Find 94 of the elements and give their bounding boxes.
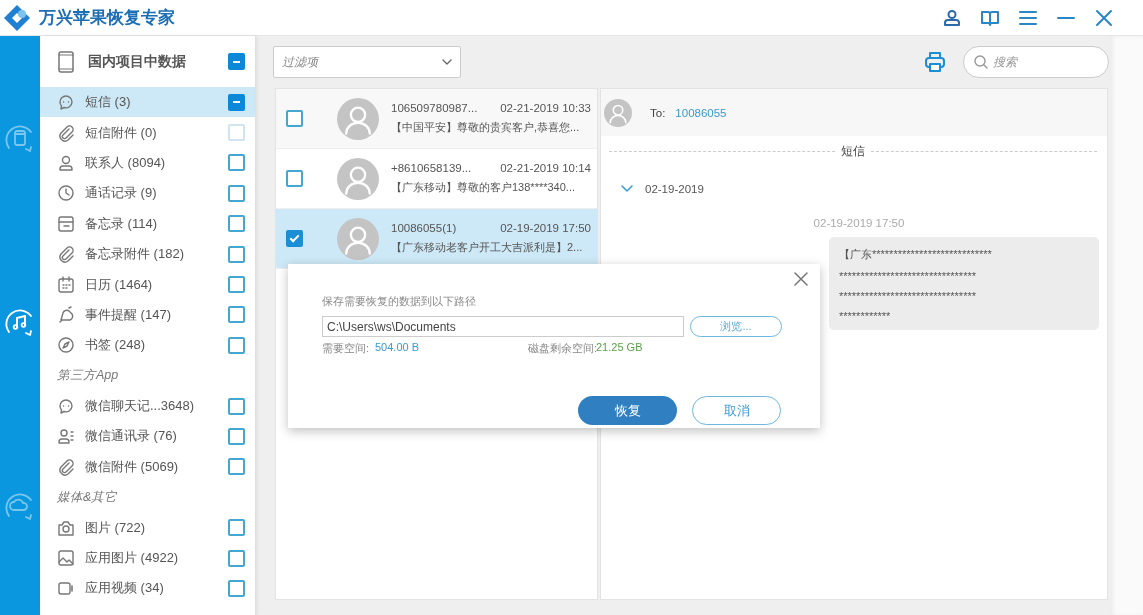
close-icon[interactable] [794, 272, 808, 286]
checkbox[interactable] [228, 306, 245, 324]
message-preview: 【广东移动老客户开工大吉派利是】2... [391, 240, 584, 255]
sidebar-item[interactable]: 事件提醒 (147) [40, 299, 255, 331]
search-icon [974, 55, 988, 69]
filter-dropdown[interactable]: 过滤项 [273, 46, 461, 78]
date-group[interactable]: 02-19-2019 [621, 183, 1107, 195]
sidebar-item[interactable]: 日历 (1464) [40, 269, 255, 300]
sidebar-item[interactable]: 通话记录 (9) [40, 178, 255, 209]
section-label: 第三方App [56, 367, 120, 385]
tablet-icon [56, 49, 76, 74]
path-label: 保存需要恢复的数据到以下路径 [322, 294, 477, 309]
chat-icon [57, 397, 75, 416]
checkbox[interactable] [228, 519, 245, 537]
message-text: 【广东**************************** [839, 247, 993, 262]
message-text: ************ [839, 310, 892, 322]
checkbox[interactable] [228, 428, 245, 445]
printer-icon[interactable] [925, 52, 945, 72]
checkbox[interactable] [228, 549, 245, 567]
image-icon [57, 549, 75, 568]
sidebar-item[interactable]: 联系人 (8094) [40, 147, 255, 179]
sidebar-item[interactable]: 图片 (722) [40, 512, 255, 543]
message-sender: 106509780987... [391, 102, 478, 114]
chat-icon [57, 93, 75, 112]
checkbox[interactable] [228, 215, 245, 233]
avatar-icon [604, 98, 632, 127]
sidebar-item[interactable]: 微信通讯录 (76) [40, 421, 255, 452]
avatar-icon [337, 157, 379, 200]
message-text: ******************************** [839, 270, 977, 282]
section-label: 媒体&其它 [56, 488, 119, 506]
paperclip-icon [57, 457, 75, 476]
checkbox[interactable] [286, 230, 303, 247]
message-time: 02-19-2019 17:50 [500, 222, 591, 234]
sidebar-item[interactable]: 微信附件 (5069) [40, 451, 255, 483]
checkbox[interactable] [228, 336, 245, 354]
sidebar-item[interactable]: 书签 (248) [40, 330, 255, 361]
bell-icon [57, 305, 75, 324]
note-icon [57, 214, 75, 233]
message-sender: 10086055(1) [391, 222, 457, 234]
checkbox[interactable] [228, 93, 245, 111]
message-preview: 【广东移动】尊敬的客户138****340... [391, 180, 576, 195]
message-row[interactable]: 106509780987... 02-21-2019 10:33 【中国平安】尊敬的贵宾客户,恭喜您... [276, 89, 597, 149]
video-icon [57, 579, 75, 598]
divider-label: 短信 [841, 144, 865, 159]
checkbox[interactable] [228, 184, 245, 202]
paperclip-icon [57, 245, 75, 264]
message-time: 02-19-2019 17:50 [812, 217, 906, 229]
clock-icon [57, 184, 75, 203]
message-row[interactable]: 10086055(1) 02-19-2019 17:50 【广东移动老客户开工大吉派利是】2... [276, 209, 597, 269]
book-icon[interactable] [981, 8, 999, 27]
space-value: 504.00 B [375, 341, 421, 355]
message-sender: +8610658139... [391, 162, 472, 174]
checkbox[interactable] [286, 110, 303, 127]
calendar-icon [57, 275, 75, 294]
checkbox[interactable] [286, 170, 303, 187]
app-title: 万兴苹果恢复专家 [39, 7, 175, 29]
close-icon[interactable] [1095, 8, 1113, 27]
checkbox[interactable] [228, 154, 245, 172]
message-preview: 【中国平安】尊敬的贵宾客户,恭喜您... [391, 120, 581, 135]
menu-icon[interactable] [1019, 8, 1037, 27]
person-icon [57, 153, 75, 172]
space-value: 21.25 GB [596, 341, 643, 355]
checkbox[interactable] [228, 579, 245, 597]
chevron-down-icon [621, 185, 633, 193]
compass-icon [57, 336, 75, 355]
chevron-down-icon [442, 59, 452, 65]
space-label: 需要空间: [322, 341, 371, 356]
sidebar-header: 国内项目中数据 [88, 52, 187, 71]
camera-icon [57, 518, 75, 537]
avatar-icon [337, 217, 379, 260]
checkbox[interactable] [228, 245, 245, 263]
sidebar-item[interactable]: 短信 (3) [40, 87, 255, 118]
contacts-icon [57, 427, 75, 446]
sidebar-item[interactable]: 备忘录 (114) [40, 208, 255, 239]
sidebar-item[interactable]: 微信聊天记...3648) [40, 390, 255, 422]
recipient-number: 10086055 [675, 106, 727, 119]
sidebar-item[interactable]: 应用视频 (34) [40, 573, 255, 604]
checkbox[interactable] [228, 276, 245, 294]
avatar-icon [337, 97, 379, 140]
paperclip-icon [57, 123, 75, 142]
logo-icon [3, 3, 33, 32]
checkbox[interactable] [228, 397, 245, 415]
user-icon[interactable] [943, 8, 961, 27]
space-label: 磁盘剩余空间: [528, 341, 596, 356]
to-label: To: [650, 106, 666, 119]
message-time: 02-21-2019 10:33 [500, 102, 591, 114]
sidebar-item[interactable]: 备忘录附件 (182) [40, 238, 255, 270]
sidebar-item[interactable]: 应用图片 (4922) [40, 542, 255, 574]
message-text: ******************************** [839, 290, 977, 302]
path-field[interactable]: C:\Users\ws\Documents [322, 316, 684, 337]
checkbox[interactable] [228, 458, 245, 476]
checkbox[interactable] [228, 53, 245, 70]
message-time: 02-21-2019 10:14 [500, 162, 591, 174]
restore-button[interactable]: 恢复 [578, 396, 677, 425]
